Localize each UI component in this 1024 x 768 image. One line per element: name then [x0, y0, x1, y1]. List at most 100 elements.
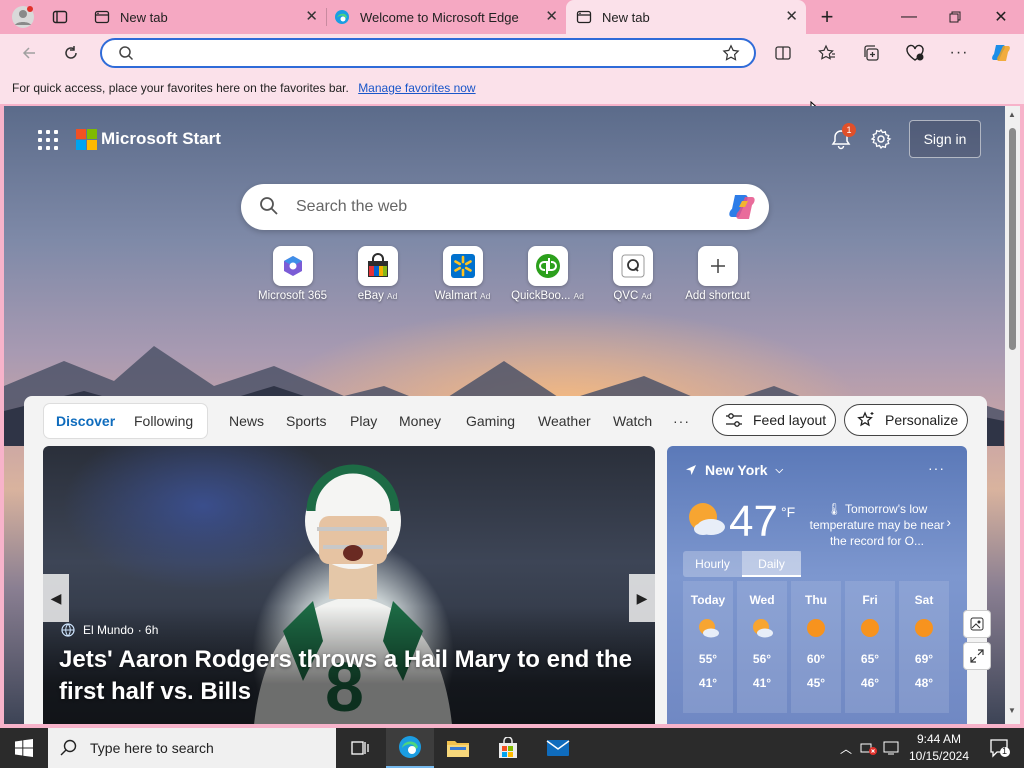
- forecast-day[interactable]: Sat 69° 48°: [899, 581, 949, 713]
- tab-sports[interactable]: Sports: [286, 404, 326, 438]
- feed-layout-button[interactable]: Feed layout: [712, 404, 836, 436]
- globe-icon: [61, 623, 75, 637]
- tab-news[interactable]: News: [229, 404, 264, 438]
- partly-sunny-icon: [753, 619, 773, 638]
- scrollbar-thumb[interactable]: [1009, 128, 1016, 350]
- collections-icon[interactable]: [856, 39, 886, 67]
- new-tab-icon: [94, 10, 110, 24]
- forecast-day[interactable]: Today 55° 41°: [683, 581, 733, 713]
- tab-watch[interactable]: Watch: [613, 404, 652, 438]
- mail-icon[interactable]: [534, 728, 582, 768]
- address-bar[interactable]: [100, 38, 756, 68]
- add-shortcut-button[interactable]: Add shortcut: [675, 246, 760, 302]
- personalize-button[interactable]: Personalize: [844, 404, 968, 436]
- carousel-next-icon[interactable]: ▶: [629, 574, 655, 622]
- tab-daily[interactable]: Daily: [742, 551, 801, 577]
- weather-card[interactable]: New York ⌵ ··· 47 °F 🌡 Tomorrow's low te…: [667, 446, 967, 724]
- search-icon: [260, 197, 278, 215]
- new-tab-plus-icon[interactable]: +: [812, 3, 842, 31]
- microsoft-store-icon[interactable]: [484, 728, 532, 768]
- scroll-down-icon[interactable]: ▼: [1008, 706, 1016, 715]
- shortcut-ebay[interactable]: eBay Ad: [335, 246, 420, 302]
- close-window-icon[interactable]: ✕: [978, 0, 1024, 34]
- split-screen-icon[interactable]: [768, 39, 798, 67]
- favorite-star-icon[interactable]: [722, 44, 740, 62]
- close-tab-icon[interactable]: ✕: [785, 9, 798, 25]
- day-high: 65°: [860, 652, 880, 666]
- task-view-icon[interactable]: [336, 728, 384, 768]
- tab-weather[interactable]: Weather: [538, 404, 591, 438]
- back-icon[interactable]: [14, 39, 44, 67]
- day-low: 48°: [914, 676, 934, 690]
- minimize-icon[interactable]: —: [886, 0, 932, 34]
- close-tab-icon[interactable]: ✕: [545, 9, 558, 25]
- system-clock[interactable]: 9:44 AM 10/15/2024: [898, 731, 980, 765]
- notification-center-icon[interactable]: 1: [980, 728, 1020, 768]
- page-scrollbar[interactable]: ▲ ▼: [1005, 106, 1020, 724]
- tab-new-tab-1[interactable]: New tab ✕: [84, 0, 326, 34]
- tab-gaming[interactable]: Gaming: [466, 404, 515, 438]
- taskbar-search-placeholder: Type here to search: [90, 740, 214, 756]
- refresh-icon[interactable]: [56, 39, 86, 67]
- weather-alert[interactable]: 🌡 Tomorrow's low temperature may be near…: [807, 501, 947, 549]
- brand-name[interactable]: Microsoft Start: [101, 129, 221, 149]
- forecast-day[interactable]: Fri 65° 46°: [845, 581, 895, 713]
- scroll-up-icon[interactable]: ▲: [1008, 110, 1016, 119]
- weather-more-icon[interactable]: ···: [928, 460, 945, 476]
- day-name: Sat: [914, 593, 934, 607]
- expand-icon[interactable]: [963, 642, 991, 670]
- current-temperature: 47: [729, 497, 778, 546]
- copilot-icon[interactable]: [727, 193, 757, 221]
- image-of-the-day-icon[interactable]: [963, 610, 991, 638]
- tab-actions-icon[interactable]: [45, 3, 75, 31]
- more-tabs-icon[interactable]: ···: [673, 404, 690, 438]
- tab-hourly[interactable]: Hourly: [683, 551, 742, 577]
- shortcut-microsoft-365[interactable]: Microsoft 365: [250, 246, 335, 302]
- carousel-prev-icon[interactable]: ◀: [43, 574, 69, 622]
- restore-icon[interactable]: [932, 0, 978, 34]
- ad-label: Ad: [479, 291, 491, 301]
- taskbar-search[interactable]: Type here to search: [48, 728, 336, 768]
- favorites-icon[interactable]: [812, 39, 842, 67]
- browser-essentials-icon[interactable]: [900, 39, 930, 67]
- close-tab-icon[interactable]: ✕: [305, 9, 318, 25]
- temperature-unit[interactable]: °F: [781, 504, 795, 520]
- article-headline[interactable]: Jets' Aaron Rodgers throws a Hail Mary t…: [59, 644, 639, 708]
- hero-news-card[interactable]: 8 El Mundo · 6h Jets' Aaron Rodgers thro…: [43, 446, 655, 724]
- chevron-right-icon[interactable]: ›: [946, 514, 951, 530]
- tab-new-tab-active[interactable]: New tab ✕: [566, 0, 806, 34]
- web-search-box[interactable]: Search the web: [241, 184, 769, 230]
- edge-taskbar-icon[interactable]: [386, 728, 434, 768]
- article-source[interactable]: El Mundo · 6h: [61, 623, 158, 637]
- tab-title: Welcome to Microsoft Edge: [360, 9, 519, 25]
- profile-avatar[interactable]: [8, 3, 38, 31]
- tab-money[interactable]: Money: [399, 404, 441, 438]
- tab-following[interactable]: Following: [134, 404, 193, 438]
- day-name: Fri: [862, 593, 878, 607]
- new-tab-icon: [576, 10, 592, 24]
- weather-location[interactable]: New York ⌵: [685, 462, 783, 478]
- app-launcher-icon[interactable]: [38, 130, 58, 150]
- start-button[interactable]: [0, 728, 48, 768]
- file-explorer-icon[interactable]: [434, 728, 482, 768]
- shortcut-quickbooks[interactable]: QuickBoo... Ad: [505, 246, 590, 302]
- manage-favorites-link[interactable]: Manage favorites now: [358, 81, 475, 95]
- forecast-day[interactable]: Wed 56° 41°: [737, 581, 787, 713]
- forecast-day[interactable]: Thu 60° 45°: [791, 581, 841, 713]
- shortcut-label: QVC: [613, 290, 639, 302]
- tab-welcome-edge[interactable]: Welcome to Microsoft Edge ✕: [324, 0, 566, 34]
- day-low: 45°: [806, 676, 826, 690]
- settings-gear-icon[interactable]: [870, 128, 892, 150]
- settings-more-icon[interactable]: ···: [944, 39, 974, 67]
- tab-play[interactable]: Play: [350, 404, 377, 438]
- copilot-icon[interactable]: [986, 39, 1016, 67]
- tab-discover[interactable]: Discover: [56, 404, 115, 438]
- windows-logo-icon: [15, 739, 33, 757]
- window-border: [1020, 106, 1024, 724]
- shortcut-qvc[interactable]: QVC Ad: [590, 246, 675, 302]
- shortcut-walmart[interactable]: Walmart Ad: [420, 246, 505, 302]
- network-error-icon[interactable]: [858, 728, 880, 768]
- show-hidden-icons-chevron-icon[interactable]: ︿: [836, 728, 856, 768]
- qvc-icon: [621, 254, 644, 278]
- sign-in-button[interactable]: Sign in: [909, 120, 981, 158]
